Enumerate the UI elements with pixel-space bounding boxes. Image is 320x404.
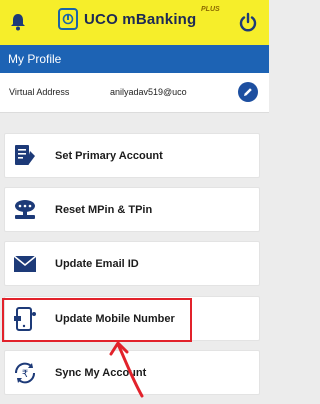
virtual-address-label: Virtual Address	[9, 87, 70, 97]
power-icon[interactable]	[237, 11, 259, 33]
menu-item-update-email[interactable]: Update Email ID	[4, 241, 260, 286]
virtual-address-card: Virtual Address anilyadav519@uco	[0, 73, 269, 113]
envelope-icon	[13, 255, 37, 272]
pin-lock-icon	[15, 200, 35, 219]
app-header: UCO mBanking PLUS	[0, 0, 269, 45]
svg-text:₹: ₹	[22, 369, 28, 380]
highlight-box	[2, 298, 192, 342]
menu-item-label: Reset MPin & TPin	[55, 204, 153, 216]
menu-item-label: Set Primary Account	[55, 150, 163, 162]
app-title: UCO mBanking	[84, 10, 197, 28]
uco-logo-icon	[58, 8, 78, 30]
page-title: My Profile	[0, 45, 269, 73]
menu-item-reset-pin[interactable]: Reset MPin & TPin	[4, 187, 260, 232]
edit-virtual-address-button[interactable]	[238, 82, 258, 102]
annotation-arrow	[109, 341, 144, 398]
menu-item-set-primary-account[interactable]: Set Primary Account	[4, 133, 260, 178]
menu-item-label: Update Email ID	[55, 258, 139, 270]
sync-rupee-icon: ₹	[14, 362, 36, 384]
account-form-icon	[15, 145, 35, 165]
virtual-address-value: anilyadav519@uco	[110, 87, 187, 97]
app-title-plus: PLUS	[201, 6, 220, 13]
app-logo: UCO mBanking PLUS	[58, 6, 220, 30]
bell-icon[interactable]	[8, 12, 28, 32]
pencil-icon	[244, 88, 252, 96]
